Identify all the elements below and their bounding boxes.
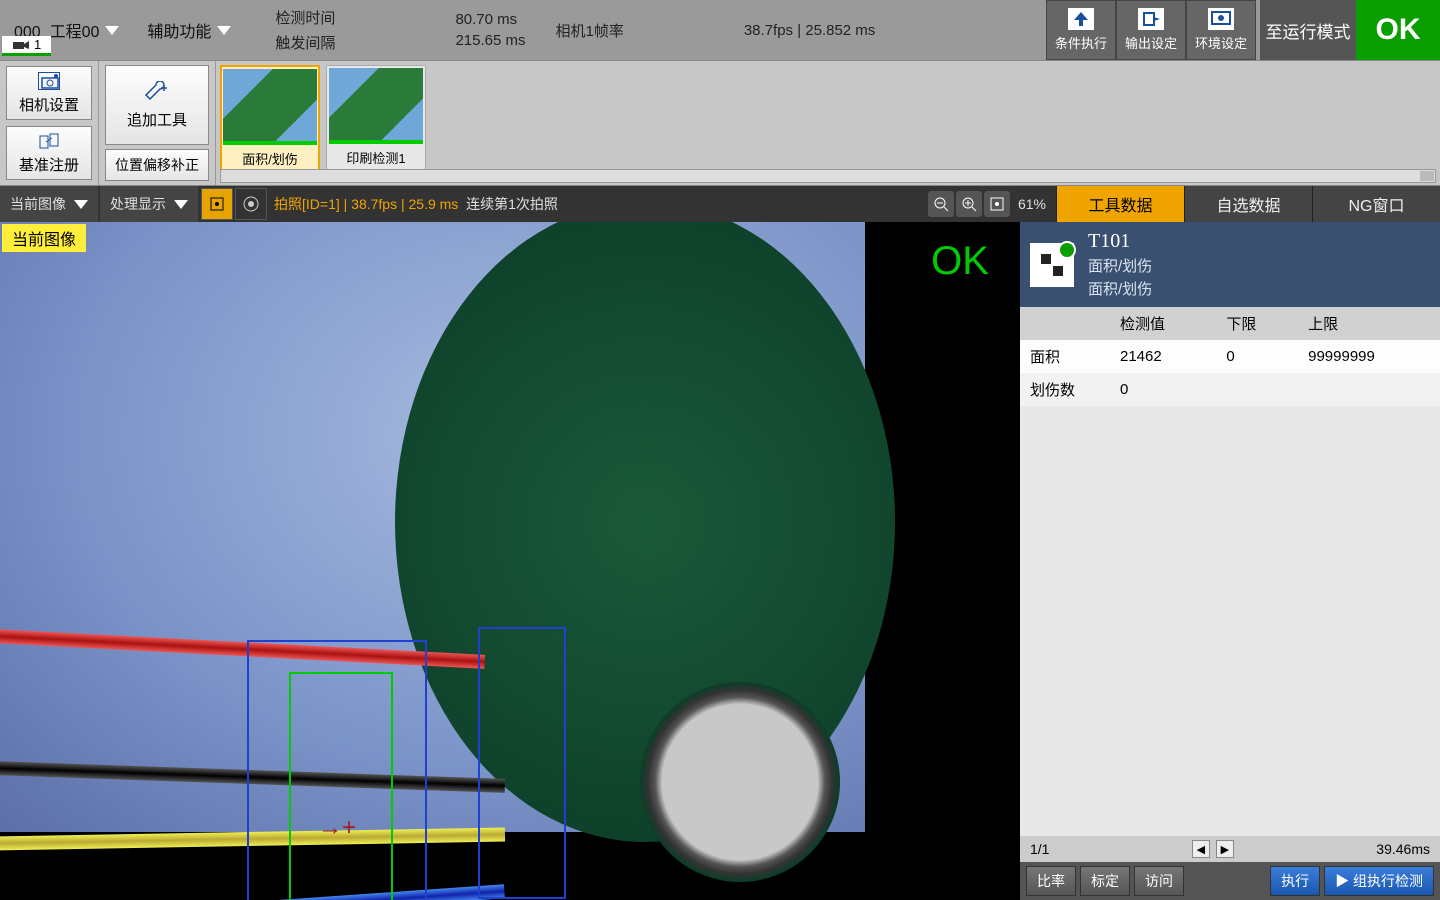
pager-prev-button[interactable]: ◀: [1192, 840, 1210, 858]
camera-settings-button[interactable]: 相机设置: [6, 66, 92, 120]
pager-time: 39.46ms: [1376, 841, 1430, 857]
zoom-out-icon: [933, 196, 949, 212]
tool-id: T101: [1088, 230, 1152, 253]
chevron-down-icon: [105, 26, 119, 35]
register-reference-label: 基准注册: [19, 154, 79, 175]
detect-time-label: 检测时间: [275, 7, 335, 28]
viewer-label: 当前图像: [2, 224, 86, 252]
thumbnail-image: [223, 69, 317, 145]
pager-position: 1/1: [1030, 841, 1049, 857]
chevron-down-icon: [217, 26, 231, 35]
condition-exec-label: 条件执行: [1055, 33, 1107, 52]
tool-thumbnail-2[interactable]: 印刷检测1: [326, 65, 426, 172]
roi-inner-box[interactable]: [289, 672, 393, 900]
group-execute-button[interactable]: ▶ 组执行检测: [1324, 866, 1434, 896]
tab-ng-window[interactable]: NG窗口: [1312, 186, 1440, 222]
pcb-image: [0, 222, 865, 832]
trigger-interval-label: 触发间隔: [275, 32, 335, 53]
access-button[interactable]: 访问: [1134, 866, 1184, 896]
viewer-control-bar: 当前图像 处理显示 拍照[ID=1] | 38.7fps | 25.9 ms 连…: [0, 186, 1440, 222]
thumbnail-scrollbar[interactable]: [220, 169, 1436, 183]
camera-settings-icon: [38, 72, 60, 90]
register-reference-button[interactable]: 基准注册: [6, 126, 92, 180]
image-source-label: 当前图像: [10, 194, 66, 214]
wrench-plus-icon: [144, 81, 170, 105]
tool-thumbnail-strip: 面积/划伤 印刷检测1: [216, 61, 1440, 185]
thumbnail-image: [329, 68, 423, 144]
image-source-dropdown[interactable]: 当前图像: [0, 186, 98, 222]
output-settings-button[interactable]: 输出设定: [1116, 0, 1186, 60]
zoom-in-icon: [961, 196, 977, 212]
capture-status-text: 拍照[ID=1] | 38.7fps | 25.9 ms 连续第1次拍照: [268, 194, 564, 214]
camera-icon: [12, 39, 30, 51]
chevron-down-icon: [174, 200, 188, 209]
thumbnail-label: 印刷检测1: [346, 146, 405, 171]
overlay-toggle-button[interactable]: [201, 188, 233, 220]
add-tool-label: 追加工具: [127, 109, 187, 130]
table-row: 面积 21462 0 99999999: [1020, 340, 1440, 373]
tool-header: T101 面积/划伤 面积/划伤: [1020, 222, 1440, 307]
tool-subtitle: 面积/划伤: [1088, 278, 1152, 299]
zoom-in-button[interactable]: [956, 191, 982, 217]
monitor-gear-icon: [1208, 8, 1234, 30]
result-table: 检测值 下限 上限 面积 21462 0 99999999 划伤数 0: [1020, 307, 1440, 406]
tool-name: 面积/划伤: [1088, 255, 1152, 276]
camera-rate-value: 38.7fps | 25.852 ms: [744, 22, 875, 39]
output-icon: [1138, 8, 1164, 30]
detect-time-value: 80.70 ms: [455, 11, 525, 28]
zoom-percent: 61%: [1012, 196, 1052, 212]
tab-custom-data[interactable]: 自选数据: [1184, 186, 1312, 222]
result-ok-overlay: OK: [900, 222, 1020, 300]
calibrate-button[interactable]: 标定: [1080, 866, 1130, 896]
tool-ribbon: 相机设置 基准注册 追加工具 位置偏移补正 面积/划伤 印刷检测1: [0, 60, 1440, 186]
fit-icon: [989, 196, 1005, 212]
camera-rate-label: 相机1帧率: [555, 20, 623, 41]
register-icon: [38, 132, 60, 150]
table-row: 划伤数 0: [1020, 373, 1440, 406]
image-viewer[interactable]: 当前图像 →+ OK: [0, 222, 1020, 900]
output-settings-label: 输出设定: [1125, 33, 1177, 52]
pager-next-button[interactable]: ▶: [1216, 840, 1234, 858]
run-mode-label: 至运行模式: [1266, 18, 1351, 43]
roi-secondary-box[interactable]: [478, 627, 566, 899]
status-ok-indicator: OK: [1356, 0, 1440, 60]
run-mode-button[interactable]: 至运行模式: [1260, 0, 1356, 60]
ratio-button[interactable]: 比率: [1026, 866, 1076, 896]
tab-tool-data[interactable]: 工具数据: [1056, 186, 1184, 222]
execute-button[interactable]: 执行: [1270, 866, 1320, 896]
camera-tab-1[interactable]: 1: [2, 36, 51, 56]
aperture-icon: [242, 195, 260, 213]
condition-icon: [1068, 8, 1094, 30]
trigger-interval-value: 215.65 ms: [455, 32, 525, 49]
process-display-dropdown[interactable]: 处理显示: [100, 186, 198, 222]
env-settings-button[interactable]: 环境设定: [1186, 0, 1256, 60]
app-header: 000_工程00 辅助功能 1 检测时间 触发间隔 80.70 ms 215.6…: [0, 0, 1440, 60]
camera-tab-label: 1: [34, 37, 41, 52]
area-scratch-icon: [1030, 243, 1074, 287]
capture-button[interactable]: [235, 188, 267, 220]
env-settings-label: 环境设定: [1195, 33, 1247, 52]
zoom-out-button[interactable]: [928, 191, 954, 217]
camera-settings-label: 相机设置: [19, 94, 79, 115]
crosshair-marker: →+: [318, 814, 356, 842]
main-area: 当前图像 →+ OK T101 面积/划伤 面积/划伤: [0, 222, 1440, 900]
tool-thumbnail-1[interactable]: 面积/划伤: [220, 65, 320, 174]
data-panel: T101 面积/划伤 面积/划伤 检测值 下限 上限 面积 21462 0 99…: [1020, 222, 1440, 900]
aux-function-label: 辅助功能: [147, 18, 211, 42]
pager-bar: 1/1 ◀ ▶ 39.46ms: [1020, 836, 1440, 862]
process-display-label: 处理显示: [110, 194, 166, 214]
add-tool-button[interactable]: 追加工具: [105, 65, 209, 145]
position-compensation-label: 位置偏移补正: [115, 155, 199, 175]
target-icon: [208, 195, 226, 213]
zoom-fit-button[interactable]: [984, 191, 1010, 217]
position-compensation-button[interactable]: 位置偏移补正: [105, 149, 209, 181]
chevron-down-icon: [74, 200, 88, 209]
col-detect-value: 检测值: [1110, 307, 1216, 340]
aux-function-dropdown[interactable]: 辅助功能: [139, 14, 239, 46]
bottom-action-bar: 比率 标定 访问 执行 ▶ 组执行检测: [1020, 862, 1440, 900]
col-upper-limit: 上限: [1298, 307, 1440, 340]
col-lower-limit: 下限: [1216, 307, 1298, 340]
condition-exec-button[interactable]: 条件执行: [1046, 0, 1116, 60]
